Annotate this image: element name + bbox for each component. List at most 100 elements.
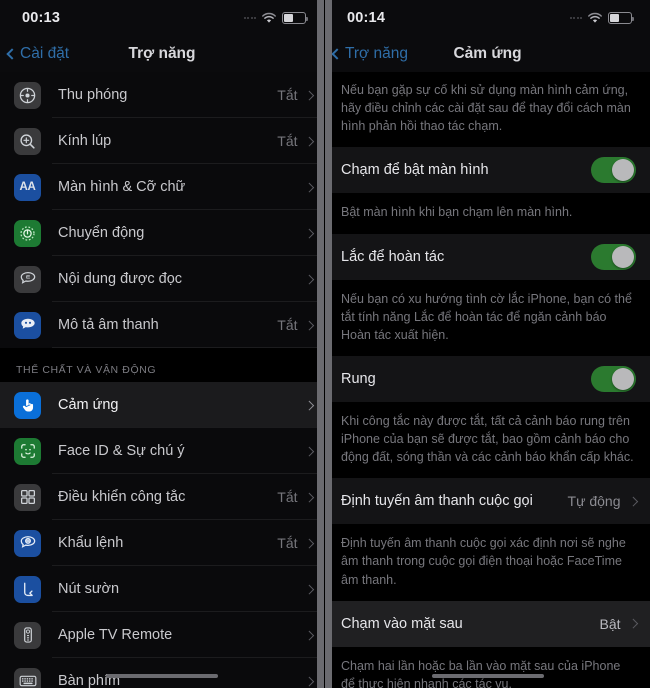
settings-row-i-u-khi-n-c-ng-t-c[interactable]: Điều khiển công tắc Tắt: [0, 474, 324, 520]
setting-row-ch-m-b-t-m-n-h-nh[interactable]: Chạm để bật màn hình: [325, 147, 650, 194]
setting-value: Tự động: [567, 493, 621, 510]
left-scroll-area[interactable]: Thu phóng Tắt Kính lúp Tắt AA Màn hình & Cỡ c…: [0, 72, 324, 688]
apple-tv-remote-icon: [14, 621, 41, 649]
intro-description: Nếu bạn gặp sự cố khi sử dụng màn hình c…: [325, 72, 650, 148]
settings-row-kh-u-l-nh[interactable]: Khẩu lệnh Tắt: [0, 520, 324, 566]
back-button[interactable]: Cài đặt: [0, 45, 69, 63]
status-bar-right: 00:14: [325, 0, 650, 36]
setting-label: Định tuyến âm thanh cuộc gọi: [341, 493, 533, 510]
row-label: Cảm ứng: [58, 397, 119, 413]
row-label: Nút sườn: [58, 581, 120, 597]
row-value: Tắt: [277, 317, 298, 333]
wifi-icon: [587, 12, 603, 24]
chevron-right-icon: [304, 90, 314, 100]
settings-row-apple-tv-remote[interactable]: Apple TV Remote: [0, 612, 324, 658]
row-label: Apple TV Remote: [58, 627, 173, 643]
status-time: 00:14: [347, 10, 386, 26]
nav-bar-left: Cài đặt Trợ năng: [0, 36, 324, 72]
screen-edge-divider: [317, 0, 324, 688]
chevron-right-icon: [304, 182, 314, 192]
chevron-right-icon: [304, 228, 314, 238]
setting-row-rung[interactable]: Rung: [325, 355, 650, 402]
touch-settings-list: Chạm để bật màn hình Bật màn hình khi bạn…: [325, 147, 650, 688]
face-id-icon: [14, 437, 41, 465]
switch-control-icon: [14, 483, 41, 511]
settings-group: Định tuyến âm thanh cuộc gọi Tự động: [325, 478, 650, 525]
setting-row-ch-m-v-o-m-t-sau[interactable]: Chạm vào mặt sau Bật: [325, 600, 650, 647]
right-phone-screen: 00:14 Trợ năng Cảm ứng Nếu bạn gặp sự cố…: [325, 0, 650, 688]
settings-row-c-m-ng[interactable]: Cảm ứng: [0, 382, 324, 428]
setting-description: Định tuyến âm thanh cuộc gọi xác định nơ…: [325, 524, 650, 601]
settings-row-n-t-s-n[interactable]: Nút sườn: [0, 566, 324, 612]
back-button[interactable]: Trợ năng: [325, 45, 408, 63]
chevron-right-icon: [304, 538, 314, 548]
setting-description: Chạm hai lần hoặc ba lần vào mặt sau của…: [325, 646, 650, 688]
home-indicator-left: [0, 673, 324, 678]
toggle-switch[interactable]: [591, 157, 636, 184]
zoom-icon: [14, 81, 41, 109]
toggle-switch[interactable]: [591, 365, 636, 392]
settings-row-m-n-h-nh-c-ch[interactable]: AA Màn hình & Cỡ chữ: [0, 164, 324, 210]
left-phone-screen: 00:13 Cài đặt Trợ năng Thu phóng Tắt Kín…: [0, 0, 325, 688]
side-button-icon: [14, 575, 41, 603]
settings-group: Rung: [325, 355, 650, 402]
toggle-switch[interactable]: [591, 243, 636, 270]
settings-group: Chạm vào mặt sau Bật: [325, 600, 650, 647]
row-label: Màn hình & Cỡ chữ: [58, 179, 186, 195]
dual-phone-screenshot: 00:13 Cài đặt Trợ năng Thu phóng Tắt Kín…: [0, 0, 650, 688]
chevron-right-icon: [304, 136, 314, 146]
row-label: Kính lúp: [58, 133, 112, 149]
battery-icon: [282, 12, 308, 24]
display-text-size-icon: AA: [14, 173, 41, 201]
back-button-label: Trợ năng: [345, 45, 409, 62]
status-indicators: [243, 12, 308, 24]
row-label: Thu phóng: [58, 87, 128, 103]
setting-label: Chạm vào mặt sau: [341, 615, 463, 632]
chevron-right-icon: [628, 619, 638, 629]
row-value: Tắt: [277, 87, 298, 103]
audio-description-icon: [14, 311, 41, 339]
chevron-right-icon: [304, 400, 314, 410]
settings-row-chuy-n-ng[interactable]: Chuyển động: [0, 210, 324, 256]
setting-row-nh-tuy-n-m-thanh-cu-c-g-i[interactable]: Định tuyến âm thanh cuộc gọi Tự động: [325, 478, 650, 525]
touch-icon: [14, 391, 41, 419]
row-label: Khẩu lệnh: [58, 535, 124, 551]
settings-row-n-i-dung-c-c[interactable]: ㅌ Nội dung được đọc: [0, 256, 324, 302]
settings-row-m-t-m-thanh[interactable]: Mô tả âm thanh Tắt: [0, 302, 324, 348]
right-scroll-area[interactable]: Nếu bạn gặp sự cố khi sử dụng màn hình c…: [325, 72, 650, 688]
chevron-right-icon: [304, 630, 314, 640]
wifi-icon: [261, 12, 277, 24]
nav-bar-right: Trợ năng Cảm ứng: [325, 36, 650, 72]
row-label: Nội dung được đọc: [58, 271, 183, 287]
row-label: Chuyển động: [58, 225, 145, 241]
accessibility-list-physical: Cảm ứng Face ID & Sự chú ý Điều khiển công…: [0, 382, 324, 688]
section-header-physical-motor: THỂ CHẤT VÀ VẬN ĐỘNG: [0, 348, 324, 382]
setting-row-l-c-ho-n-t-c[interactable]: Lắc để hoàn tác: [325, 233, 650, 280]
setting-description: Khi công tắc này được tắt, tất cả cảnh b…: [325, 401, 650, 479]
back-button-label: Cài đặt: [20, 45, 70, 62]
status-bar-left: 00:13: [0, 0, 324, 36]
chevron-right-icon: [304, 320, 314, 330]
svg-text:ㅌ: ㅌ: [25, 275, 30, 281]
chevron-right-icon: [304, 584, 314, 594]
chevron-right-icon: [304, 492, 314, 502]
voice-control-icon: [14, 529, 41, 557]
settings-group: Lắc để hoàn tác: [325, 233, 650, 280]
settings-row-face-id-s-ch[interactable]: Face ID & Sự chú ý: [0, 428, 324, 474]
settings-row-k-nh-l-p[interactable]: Kính lúp Tắt: [0, 118, 324, 164]
setting-value: Bật: [599, 615, 621, 632]
chevron-left-icon: [331, 48, 343, 60]
row-label: Điều khiển công tắc: [58, 489, 186, 505]
chevron-right-icon: [304, 446, 314, 456]
row-label: Mô tả âm thanh: [58, 317, 159, 333]
chevron-right-icon: [304, 274, 314, 284]
setting-description: Bật màn hình khi bạn chạm lên màn hình.: [325, 193, 650, 234]
settings-row-thu-ph-ng[interactable]: Thu phóng Tắt: [0, 72, 324, 118]
chevron-left-icon: [6, 48, 18, 60]
setting-label: Chạm để bật màn hình: [341, 162, 489, 179]
spoken-content-icon: ㅌ: [14, 265, 41, 293]
magnifier-icon: [14, 127, 41, 155]
signal-dots-icon: [243, 17, 256, 19]
row-value: Tắt: [277, 489, 298, 505]
accessibility-list-vision: Thu phóng Tắt Kính lúp Tắt AA Màn hình & Cỡ c…: [0, 72, 324, 348]
